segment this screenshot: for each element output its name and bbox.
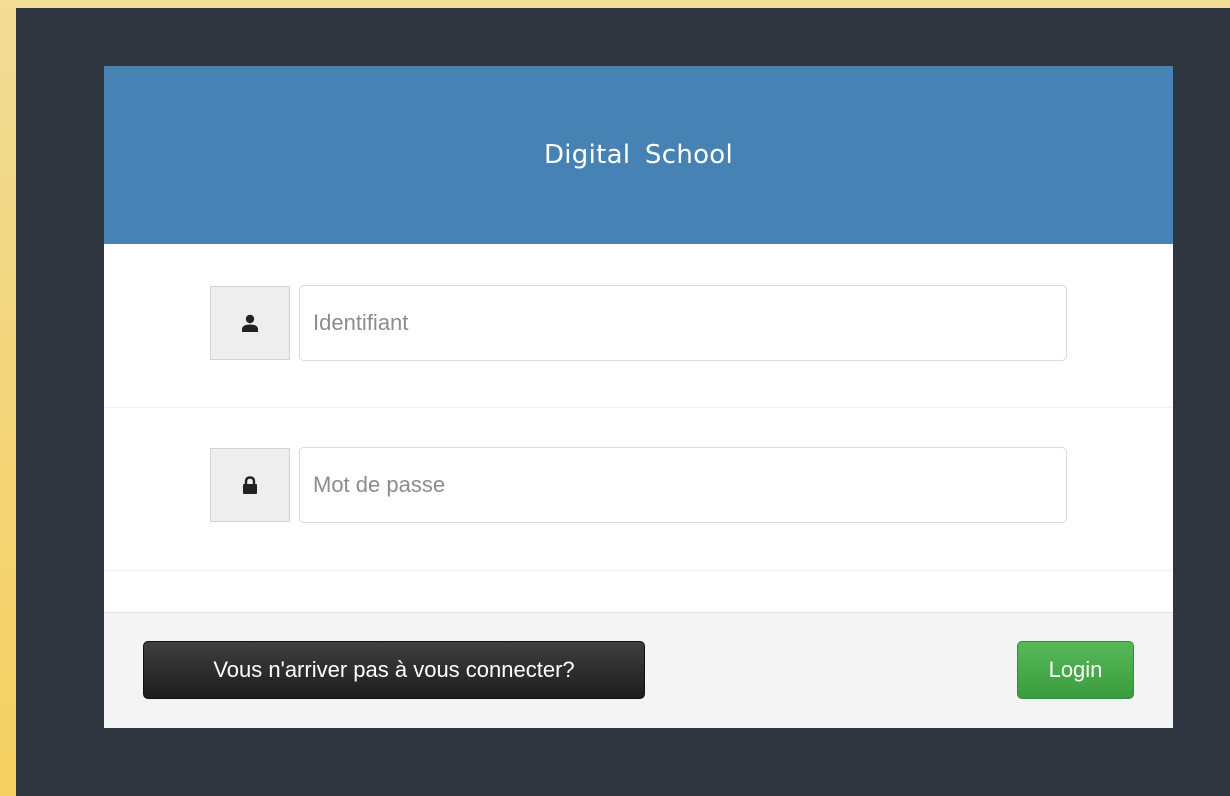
panel-footer: Vous n'arriver pas à vous connecter? Log…: [104, 612, 1173, 728]
username-input[interactable]: [299, 285, 1067, 361]
username-row: [104, 244, 1173, 408]
lock-icon: [243, 476, 257, 494]
user-icon: [242, 314, 258, 332]
username-addon: [210, 286, 290, 360]
password-input[interactable]: [299, 447, 1067, 523]
app-title: Digital School: [543, 140, 734, 170]
login-panel: Digital School Vous n'arriver pas à vo: [104, 66, 1173, 728]
password-addon: [210, 448, 290, 522]
cant-login-button[interactable]: Vous n'arriver pas à vous connecter?: [143, 641, 645, 699]
password-row: [104, 408, 1173, 571]
login-button[interactable]: Login: [1017, 641, 1134, 699]
page-background: Digital School Vous n'arriver pas à vo: [16, 8, 1230, 796]
panel-header: Digital School: [104, 66, 1173, 244]
